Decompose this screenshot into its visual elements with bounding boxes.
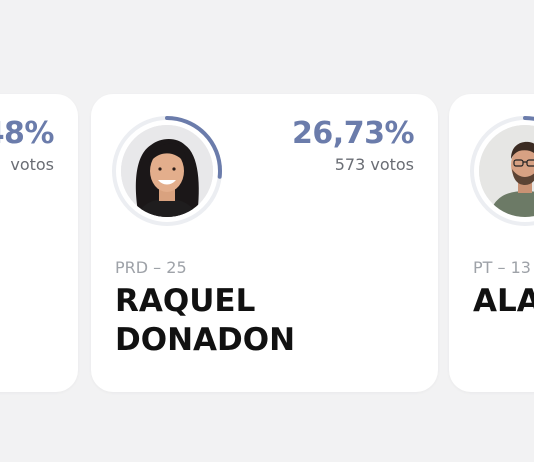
candidate-card[interactable]: 26,73% 573 votos PRD – 25 RAQUEL DONADON <box>91 94 438 392</box>
vote-count: 573 votos <box>334 155 414 174</box>
candidate-photo <box>121 125 213 217</box>
candidate-carousel[interactable]: 48% votos RI <box>0 0 534 462</box>
candidate-card[interactable]: 48% votos RI <box>0 94 78 392</box>
vote-count: votos <box>10 155 54 174</box>
party-label: PRD – 25 <box>115 258 187 277</box>
candidate-name: RAQUEL DONADON <box>115 283 296 358</box>
candidate-name: ALA <box>473 283 534 319</box>
avatar-with-progress-ring <box>111 115 223 227</box>
candidate-card[interactable]: PT – 13 ALA <box>449 94 534 392</box>
vote-percentage: 48% <box>0 116 55 151</box>
avatar-with-progress-ring <box>469 115 534 227</box>
party-label: PT – 13 <box>473 258 531 277</box>
vote-percentage: 26,73% <box>292 116 414 151</box>
